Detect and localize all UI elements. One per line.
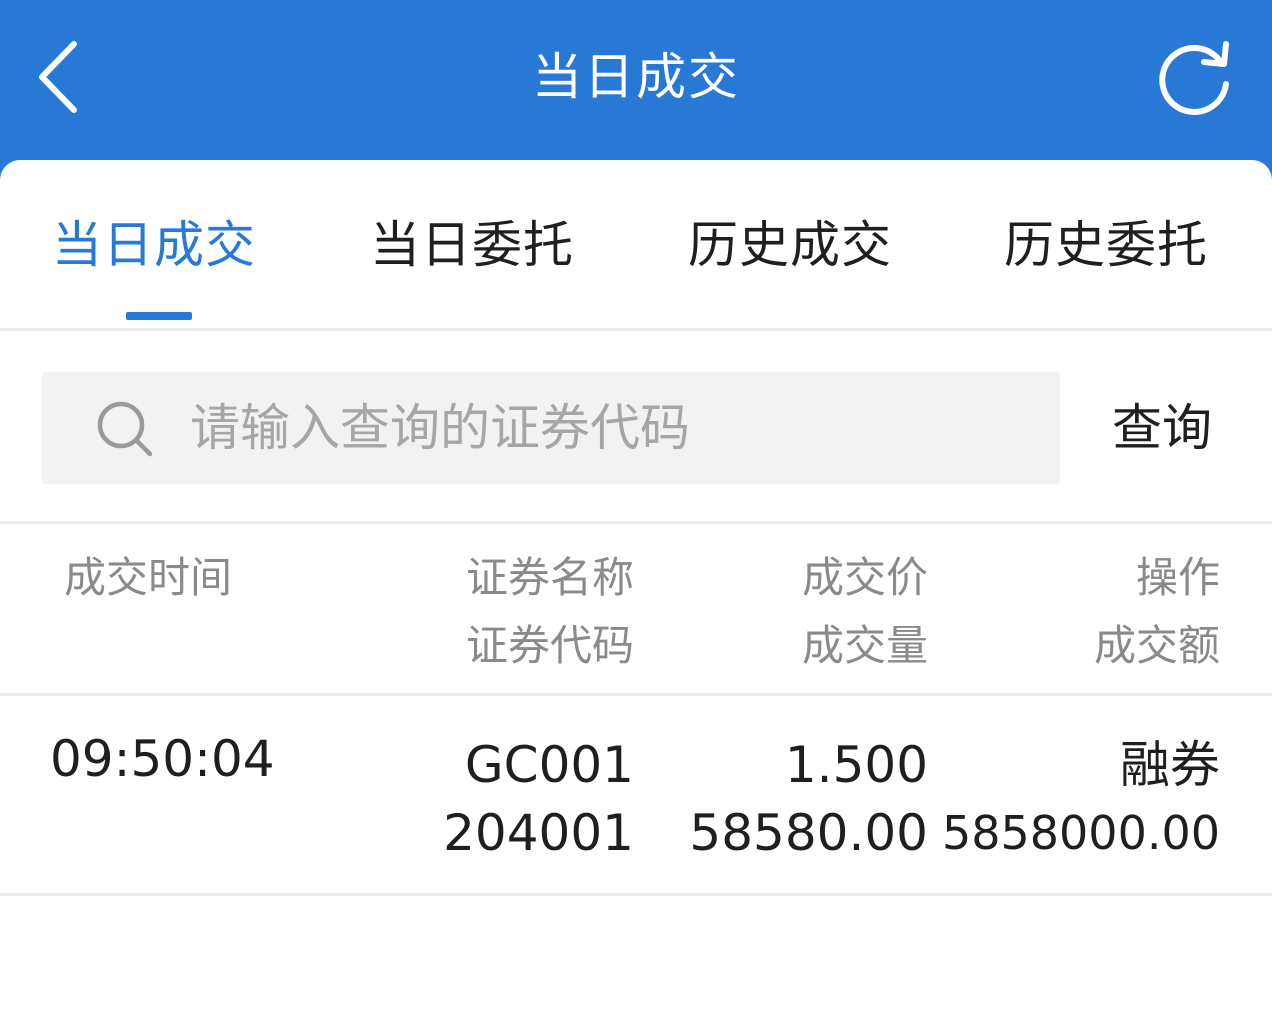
query-button[interactable]: 查询	[1112, 392, 1222, 464]
column-header-time: 成交时间	[64, 553, 233, 602]
column-header-quantity: 成交量	[801, 621, 928, 670]
deal-quantity: 58580.00	[689, 804, 928, 862]
search-bar	[42, 372, 1060, 484]
refresh-icon	[1159, 41, 1229, 115]
search-icon	[97, 401, 153, 457]
content-card: 当日成交 当日委托 历史成交 历史委托 查询 成交时间 证券名称 证券代码 成交…	[0, 160, 1272, 1014]
tab-today-orders[interactable]: 当日委托	[370, 210, 590, 280]
tab-history-deals[interactable]: 历史成交	[688, 210, 908, 280]
divider	[0, 521, 1272, 524]
deal-price: 1.500	[784, 736, 928, 794]
column-header-code: 证券代码	[465, 621, 634, 670]
deal-time: 09:50:04	[50, 730, 275, 788]
security-code: 204001	[443, 804, 634, 862]
page-title: 当日成交	[532, 48, 740, 106]
table-row[interactable]: 09:50:04 GC001 204001 1.500 58580.00 融券 …	[0, 696, 1272, 893]
tab-today-deals[interactable]: 当日成交	[52, 210, 272, 280]
search-input[interactable]	[190, 394, 1030, 462]
deal-amount: 5858000.00	[941, 806, 1220, 860]
divider	[0, 893, 1272, 896]
operation-type: 融券	[1120, 736, 1220, 794]
column-header-amount: 成交额	[1093, 621, 1220, 670]
tab-history-orders[interactable]: 历史委托	[1004, 210, 1224, 280]
top-nav-bar: 当日成交	[0, 0, 1272, 160]
column-header-operation: 操作	[1135, 553, 1220, 602]
tab-bar: 当日成交 当日委托 历史成交 历史委托	[0, 160, 1272, 331]
refresh-button[interactable]	[1152, 38, 1236, 122]
column-header-price: 成交价	[801, 553, 928, 602]
page: 当日成交 当日成交 当日委托 历史成交 历史委托 查询 成交时间 证券名称	[0, 0, 1272, 1014]
active-tab-indicator	[126, 312, 192, 320]
column-header-name: 证券名称	[465, 553, 634, 602]
security-name: GC001	[464, 736, 634, 794]
